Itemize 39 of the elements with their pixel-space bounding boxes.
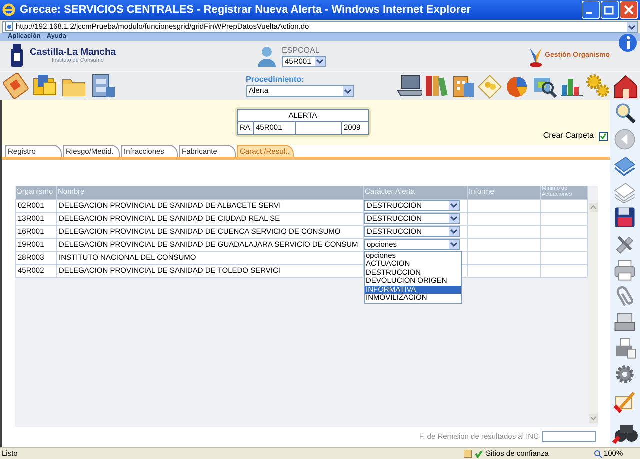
caret-icon	[449, 214, 459, 223]
binders-icon[interactable]	[423, 73, 449, 99]
pencil-icon[interactable]	[612, 389, 638, 416]
close-button[interactable]	[620, 1, 638, 19]
table-cell	[540, 238, 588, 251]
check-icon	[600, 132, 607, 140]
table-cell	[540, 212, 588, 225]
window-title: Grecae: SERVICIOS CENTRALES - Registrar Nueva Alerta - Windows Internet Explorer	[20, 2, 472, 18]
crear-carpeta-checkbox[interactable]	[599, 132, 608, 140]
browser-icon	[2, 3, 16, 17]
caret-icon	[343, 86, 353, 96]
user-name: ESPCOAL	[282, 46, 321, 56]
caret-icon	[449, 227, 459, 236]
info-icon[interactable]	[618, 33, 638, 53]
caret-icon	[315, 56, 325, 66]
dropdown-icon[interactable]	[627, 22, 637, 32]
procedimiento-label: Procedimiento:	[246, 75, 306, 85]
laptop-icon[interactable]	[396, 73, 422, 99]
pages-icon[interactable]	[612, 154, 638, 178]
table-cell	[540, 251, 588, 264]
table-cell	[540, 264, 588, 277]
cabinet-icon[interactable]	[90, 73, 116, 99]
save-icon[interactable]	[612, 206, 638, 230]
printer-icon[interactable]	[612, 258, 638, 282]
caret-icon	[449, 201, 459, 210]
minimize-button[interactable]	[582, 1, 600, 19]
page-icon	[5, 22, 14, 31]
maximize-button[interactable]	[601, 1, 619, 19]
remision-field[interactable]	[542, 431, 596, 442]
zoom-icon	[594, 450, 602, 458]
house-icon[interactable]	[612, 73, 638, 99]
crear-carpeta-label: Crear Carpeta	[543, 130, 594, 142]
check-icon	[475, 450, 483, 458]
brand-name: Castilla-La Mancha	[30, 47, 118, 58]
user-avatar	[258, 45, 276, 67]
caret-icon	[449, 240, 459, 249]
table-cell	[540, 225, 588, 238]
scanner-icon[interactable]	[612, 310, 638, 334]
table-cell	[540, 199, 588, 212]
